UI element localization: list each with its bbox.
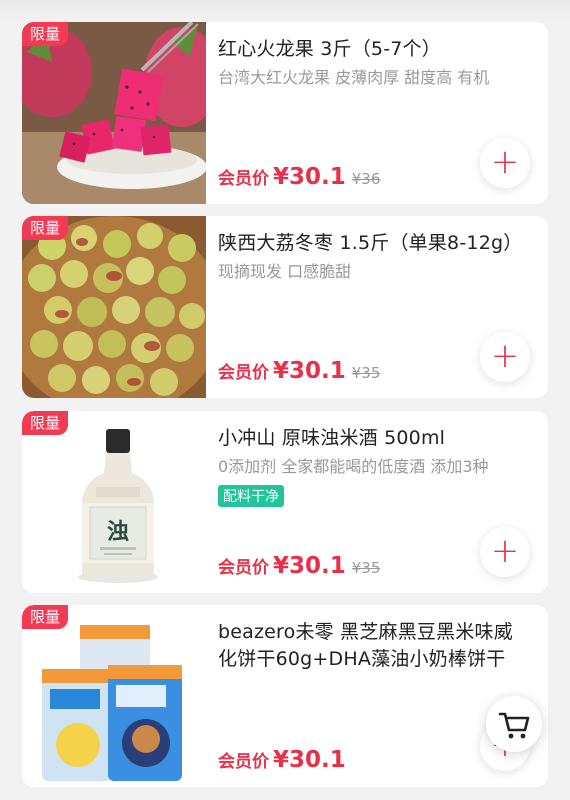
member-price-label: 会员价 [218, 363, 269, 383]
product-title[interactable]: 红心火龙果 3斤（5-7个） [218, 36, 526, 63]
limited-badge: 限量 [22, 411, 68, 435]
plus-icon: + [490, 142, 520, 182]
product-card[interactable]: 限量 陕西大荔冬枣 1.5斤（单果8-12g） 现摘现发 口感脆甜 会员价 ¥3… [22, 216, 548, 398]
original-price: ¥35 [351, 559, 381, 577]
dragon-fruit-image [22, 22, 206, 204]
jujube-image [22, 216, 206, 398]
shopping-cart-icon [498, 712, 530, 739]
product-card[interactable]: 限量 红心火龙果 3斤（5-7个） 台湾大红火龙果 皮薄肉厚 甜度高 有机 会员… [22, 22, 548, 204]
add-to-cart-button[interactable]: + [480, 138, 530, 188]
rice-wine-bottle-image: 浊 [22, 411, 206, 593]
product-info: 红心火龙果 3斤（5-7个） 台湾大红火龙果 皮薄肉厚 甜度高 有机 [218, 36, 526, 90]
product-card[interactable]: 浊 限量 小冲山 原味浊米酒 500ml 0添加剂 全家都能喝的低度酒 添加3种… [22, 411, 548, 593]
product-description: 现摘现发 口感脆甜 [218, 262, 352, 281]
wafer-package-image [22, 605, 206, 787]
price-row: 会员价 ¥30.1 ¥35 [218, 553, 380, 579]
limited-badge: 限量 [22, 605, 68, 629]
product-image-wafer-biscuits[interactable] [22, 605, 206, 787]
product-info: beazero未零 黑芝麻黑豆黑米味威化饼干60g+DHA藻油小奶棒饼干 [218, 619, 526, 673]
member-price-label: 会员价 [218, 752, 269, 772]
plus-icon: + [490, 531, 520, 571]
product-info: 陕西大荔冬枣 1.5斤（单果8-12g） 现摘现发 口感脆甜 [218, 230, 526, 284]
product-image-winter-jujube[interactable] [22, 216, 206, 398]
member-price: ¥30.1 [273, 553, 346, 579]
member-price: ¥30.1 [273, 747, 346, 773]
plus-icon: + [490, 336, 520, 376]
product-image-dragon-fruit[interactable] [22, 22, 206, 204]
product-title[interactable]: 小冲山 原味浊米酒 500ml [218, 425, 526, 452]
feature-tag: 配料干净 [218, 485, 284, 507]
add-to-cart-button[interactable]: + [480, 332, 530, 382]
add-to-cart-button[interactable]: + [480, 527, 530, 577]
product-title[interactable]: beazero未零 黑芝麻黑豆黑米味威化饼干60g+DHA藻油小奶棒饼干 [218, 619, 526, 673]
product-title[interactable]: 陕西大荔冬枣 1.5斤（单果8-12g） [218, 230, 526, 257]
price-row: 会员价 ¥30.1 ¥35 [218, 358, 380, 384]
floating-cart-button[interactable] [486, 696, 542, 752]
bottle-label-text: 浊 [107, 520, 129, 545]
product-card[interactable]: 限量 beazero未零 黑芝麻黑豆黑米味威化饼干60g+DHA藻油小奶棒饼干 … [22, 605, 548, 787]
member-price-label: 会员价 [218, 558, 269, 578]
product-image-rice-wine[interactable]: 浊 [22, 411, 206, 593]
limited-badge: 限量 [22, 216, 68, 240]
member-price-label: 会员价 [218, 169, 269, 189]
product-description: 台湾大红火龙果 皮薄肉厚 甜度高 有机 [218, 68, 490, 87]
limited-badge: 限量 [22, 22, 68, 46]
member-price: ¥30.1 [273, 164, 346, 190]
price-row: 会员价 ¥30.1 [218, 747, 346, 773]
original-price: ¥35 [351, 364, 381, 382]
top-edge [0, 0, 570, 22]
original-price: ¥36 [351, 170, 381, 188]
member-price: ¥30.1 [273, 358, 346, 384]
product-description: 0添加剂 全家都能喝的低度酒 添加3种 [218, 457, 489, 476]
product-info: 小冲山 原味浊米酒 500ml 0添加剂 全家都能喝的低度酒 添加3种 配料干净 [218, 425, 526, 507]
price-row: 会员价 ¥30.1 ¥36 [218, 164, 380, 190]
